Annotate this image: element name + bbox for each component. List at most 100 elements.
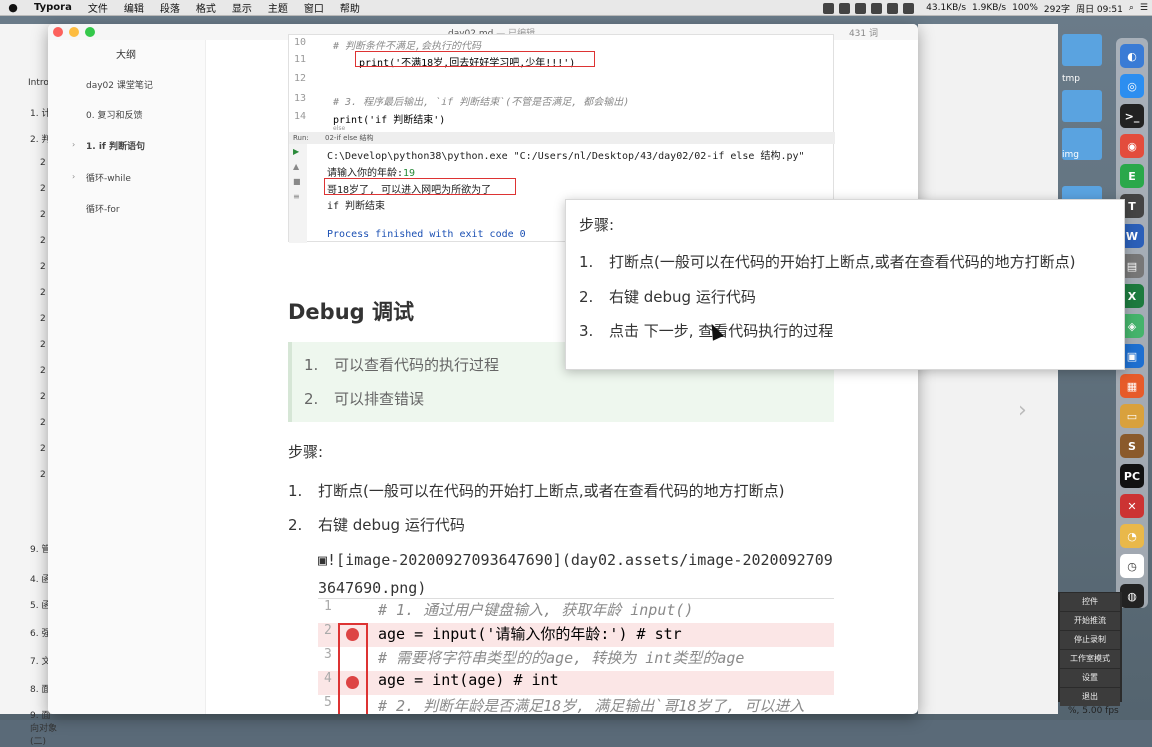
line-number: 14 (294, 111, 307, 122)
clock[interactable]: 周日 09:51 (1076, 2, 1123, 15)
step-text: 右键 debug 运行代码 (318, 516, 465, 534)
console-command: C:\Develop\python38\python.exe "C:/Users… (327, 151, 805, 162)
code-line: print('if 判断结束') (333, 115, 446, 126)
run-sidebar: ▶ ▲ ■ ≡ (289, 144, 307, 243)
menu-file[interactable]: 文件 (80, 0, 116, 15)
minimize-icon[interactable] (69, 27, 79, 37)
note-item-text: 可以查看代码的执行过程 (334, 356, 500, 374)
note-item-text: 可以排查错误 (334, 390, 425, 408)
chevron-right-icon[interactable]: › (1018, 398, 1027, 423)
settings-button[interactable]: 设置 (1060, 669, 1120, 687)
line-number: 11 (294, 54, 307, 65)
window-controls (53, 27, 95, 37)
code-text: age = int(age) # int (378, 671, 559, 689)
tray-app-icon[interactable] (823, 2, 835, 14)
popup-step-text: 打断点(一般可以在代码的开始打上断点,或者在查看代码的地方打断点) (609, 253, 1076, 271)
battery-status[interactable]: 100% (1012, 3, 1038, 13)
exit-button[interactable]: 退出 (1060, 688, 1120, 706)
chrome-icon[interactable]: ◉ (1120, 134, 1144, 158)
zoom-icon[interactable] (85, 27, 95, 37)
outline-item-active[interactable]: 1. if 判断语句 (86, 139, 145, 152)
tray-app-icon[interactable] (871, 2, 883, 14)
app-icon[interactable]: S (1120, 434, 1144, 458)
net-up-speed: 43.1KB/s (926, 3, 967, 13)
highlight-box (355, 51, 595, 67)
outline-item[interactable]: 0. 复习和反馈 (86, 108, 142, 121)
folder-label: img (1062, 150, 1079, 160)
code-text: # 需要将字符串类型的的age, 转换为 int类型的age (378, 649, 745, 667)
outline-item[interactable]: 循环-for (86, 202, 120, 215)
studio-mode-button[interactable]: 工作室模式 (1060, 650, 1120, 668)
popup-step: 1. 打断点(一般可以在代码的开始打上断点,或者在查看代码的地方打断点) (579, 253, 1076, 271)
finder-icon[interactable]: ◐ (1120, 44, 1144, 68)
folder-icon[interactable] (1062, 34, 1102, 66)
outline-sidebar: 大纲 day02 课堂笔记 0. 复习和反馈 › 1. if 判断语句 › 循环… (48, 24, 206, 714)
tray-app-icon[interactable] (903, 2, 915, 14)
menu-theme[interactable]: 主题 (260, 0, 296, 15)
image-markdown-text: ![image-20200927093647690](day02.assets/… (318, 551, 833, 597)
section-heading[interactable]: Debug 调试 (288, 296, 414, 326)
console-prompt: 请输入你的年龄:19 (327, 164, 415, 179)
bg-row: 2 (40, 366, 46, 376)
code-image: 1 # 1. 通过用户键盘输入, 获取年龄 input() 2 age = inpu… (318, 598, 834, 714)
menu-help[interactable]: 帮助 (332, 0, 368, 15)
control-center-icon[interactable]: ☰ (1140, 3, 1148, 13)
search-icon[interactable]: ⌕ (1129, 3, 1134, 13)
obs-controls-panel: 控件 开始推流 停止录制 工作室模式 设置 退出 (1058, 592, 1122, 706)
menu-format[interactable]: 格式 (188, 0, 224, 15)
stop-record-button[interactable]: 停止录制 (1060, 631, 1120, 649)
obs-controls-title: 控件 (1060, 593, 1120, 611)
bg-row: 2 (40, 470, 46, 480)
steps-title[interactable]: 步骤: (288, 441, 323, 462)
step-item[interactable]: 2. 右键 debug 运行代码 (288, 514, 465, 535)
app-icon[interactable]: ✕ (1120, 494, 1144, 518)
outline-item[interactable]: 循环-while (86, 171, 131, 184)
code-line: # 判断条件不满足,会执行的代码 (333, 41, 482, 52)
menu-app-name[interactable]: Typora (26, 2, 80, 13)
steps-popup: 步骤: 1. 打断点(一般可以在代码的开始打上断点,或者在查看代码的地方打断点) … (565, 199, 1125, 370)
apple-icon[interactable]: ● (0, 1, 26, 14)
tray-app-icon[interactable] (887, 2, 899, 14)
app-icon[interactable]: ▦ (1120, 374, 1144, 398)
menu-edit[interactable]: 编辑 (116, 0, 152, 15)
code-row: 5 # 2. 判断年龄是否满足18岁, 满足输出`哥18岁了, 可以进入 (318, 695, 834, 714)
bg-row: 2 (40, 184, 46, 194)
bg-row: 2 (40, 288, 46, 298)
wrap-icon: ≡ (293, 192, 300, 201)
popup-step: 2. 右键 debug 运行代码 (579, 288, 756, 306)
line-number: 1 (324, 599, 332, 614)
popup-step: 3. 点击 下一步, 查看代码执行的过程 (579, 322, 834, 340)
folder-icon[interactable]: ▭ (1120, 404, 1144, 428)
close-icon[interactable] (53, 27, 63, 37)
app-icon[interactable]: ◔ (1120, 524, 1144, 548)
terminal-icon[interactable]: >_ (1120, 104, 1144, 128)
outline-title: 大纲 (116, 50, 136, 61)
outline-item[interactable]: day02 课堂笔记 (86, 78, 153, 91)
safari-icon[interactable]: ◎ (1120, 74, 1144, 98)
code-text: age = input('请输入你的年龄:') # str (378, 625, 682, 643)
menu-view[interactable]: 显示 (224, 0, 260, 15)
image-markdown[interactable]: ▣![image-20200927093647690](day02.assets… (318, 546, 838, 602)
menu-paragraph[interactable]: 段落 (152, 0, 188, 15)
folder-icon[interactable] (1062, 90, 1102, 122)
tray-app-icon[interactable] (855, 2, 867, 14)
chevron-right-icon[interactable]: › (72, 140, 75, 149)
highlight-box (324, 178, 516, 195)
bg-row: 2 (40, 210, 46, 220)
timer-icon[interactable]: ◷ (1120, 554, 1144, 578)
obs-icon[interactable]: ◍ (1120, 584, 1144, 608)
fps-readout: %, 5.00 fps (1068, 706, 1119, 716)
code-row: 3 # 需要将字符串类型的的age, 转换为 int类型的age (318, 647, 834, 671)
menubar-word-count[interactable]: 292字 (1044, 2, 1070, 15)
code-row: 1 # 1. 通过用户键盘输入, 获取年龄 input() (318, 599, 834, 623)
evernote-icon[interactable]: E (1120, 164, 1144, 188)
tray-app-icon[interactable] (839, 2, 851, 14)
step-item[interactable]: 1. 打断点(一般可以在代码的开始打上断点,或者在查看代码的地方打断点) (288, 480, 784, 501)
start-stream-button[interactable]: 开始推流 (1060, 612, 1120, 630)
menu-window[interactable]: 窗口 (296, 0, 332, 15)
bg-row: 2 (40, 158, 46, 168)
chevron-right-icon[interactable]: › (72, 172, 75, 181)
pycharm-icon[interactable]: PC (1120, 464, 1144, 488)
up-icon: ▲ (293, 162, 300, 171)
run-tab: 02-if else 结构 (325, 134, 374, 142)
